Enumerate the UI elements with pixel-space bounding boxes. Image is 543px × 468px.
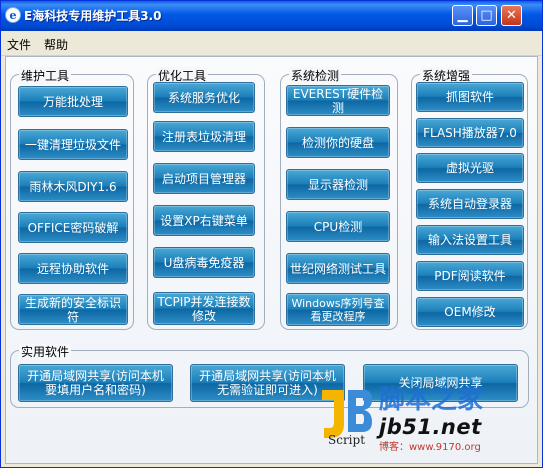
watermark-url: jb51.net: [379, 415, 482, 439]
btn-everest[interactable]: EVEREST硬件检测: [286, 85, 390, 116]
btn-office-crack[interactable]: OFFICE密码破解: [18, 212, 128, 243]
btn-windows-serial[interactable]: Windows序列号查看更改程序: [286, 293, 390, 326]
btn-auto-login[interactable]: 系统自动登录器: [416, 189, 524, 219]
group-detect-title: 系统检测: [289, 67, 342, 84]
btn-network-test[interactable]: 世纪网络测试工具: [286, 253, 390, 284]
menu-help[interactable]: 帮助: [44, 36, 68, 53]
window-title: E海科技专用维护工具3.0: [24, 9, 162, 23]
btn-remote-assist[interactable]: 远程协助软件: [18, 253, 128, 284]
btn-monitor-check[interactable]: 显示器检测: [286, 169, 390, 200]
btn-ylmf-diy[interactable]: 雨林木风DIY1.6: [18, 171, 128, 202]
group-maintenance-title: 维护工具: [19, 67, 72, 84]
btn-virtual-drive[interactable]: 虚拟光驱: [416, 153, 524, 183]
btn-tcpip-patch[interactable]: TCPIP并发连接数修改: [153, 292, 255, 325]
btn-registry-clean[interactable]: 注册表垃圾清理: [153, 121, 255, 152]
btn-clean-junk[interactable]: 一键清理垃圾文件: [18, 129, 128, 160]
btn-share-with-password[interactable]: 开通局域网共享(访问本机要填用户名和密码): [18, 364, 173, 402]
btn-screenshot[interactable]: 抓图软件: [416, 82, 524, 112]
btn-oem-modify[interactable]: OEM修改: [416, 297, 524, 327]
watermark-script-label: Script: [328, 433, 366, 447]
btn-flash-player[interactable]: FLASH播放器7.0: [416, 118, 524, 148]
btn-service-optimize[interactable]: 系统服务优化: [153, 82, 255, 113]
watermark-blog: 博客：www.9170.org: [379, 442, 481, 453]
minimize-button[interactable]: ▁: [452, 5, 473, 26]
title-bar[interactable]: e E海科技专用维护工具3.0 ▁ □ ✕: [1, 1, 542, 31]
menu-bar: 文件 帮助: [1, 31, 542, 56]
maximize-button[interactable]: □: [476, 5, 497, 26]
btn-ime-settings[interactable]: 输入法设置工具: [416, 225, 524, 255]
group-utility-title: 实用软件: [19, 343, 72, 360]
main-window: e E海科技专用维护工具3.0 ▁ □ ✕ 文件 帮助 维护工具 万能批处理 一…: [0, 0, 543, 468]
btn-xp-context-menu[interactable]: 设置XP右键菜单: [153, 205, 255, 236]
btn-startup-manager[interactable]: 启动项目管理器: [153, 163, 255, 194]
menu-file[interactable]: 文件: [7, 36, 31, 53]
app-icon: e: [5, 7, 21, 23]
btn-new-sid[interactable]: 生成新的安全标识符: [18, 294, 128, 325]
btn-cpu-check[interactable]: CPU检测: [286, 211, 390, 242]
btn-batch-process[interactable]: 万能批处理: [18, 86, 128, 117]
btn-usb-immunizer[interactable]: U盘病毒免疫器: [153, 247, 255, 278]
close-button[interactable]: ✕: [501, 5, 522, 26]
watermark-site-name: 脚本之家: [379, 385, 484, 415]
btn-pdf-reader[interactable]: PDF阅读软件: [416, 261, 524, 291]
btn-disk-check[interactable]: 检测你的硬盘: [286, 127, 390, 158]
